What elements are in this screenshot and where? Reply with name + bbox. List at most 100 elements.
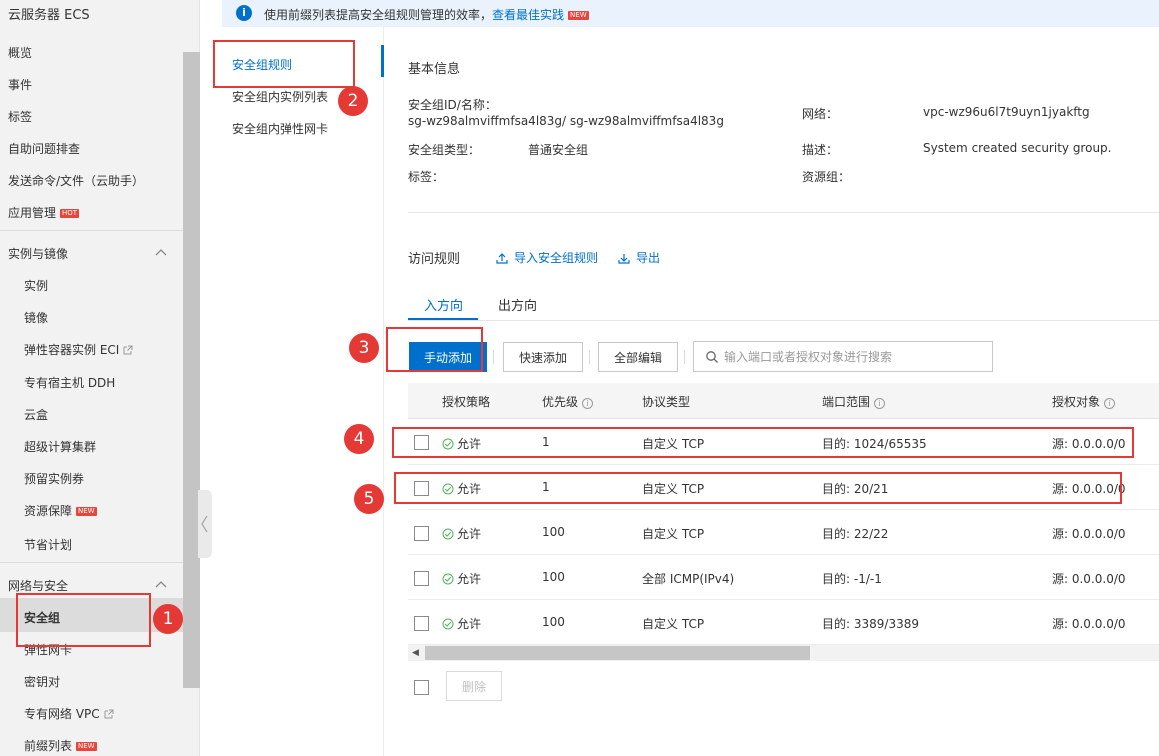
search-icon xyxy=(706,351,718,363)
select-all-checkbox[interactable] xyxy=(414,680,429,695)
new-badge: NEW xyxy=(76,742,97,751)
sidebar-item-instances[interactable]: 实例 xyxy=(24,277,48,294)
cell-port: 目的: -1/-1 xyxy=(822,572,882,586)
col-port-label: 端口范围 xyxy=(822,395,871,409)
annotation-marker-5: 5 xyxy=(354,484,384,514)
sidebar-item-keypair[interactable]: 密钥对 xyxy=(24,673,60,690)
table-row: 允许 100 自定义 TCP 目的: 22/22 源: 0.0.0.0/0 xyxy=(408,510,1159,555)
chevron-left-icon xyxy=(201,515,208,533)
chevron-up-icon[interactable] xyxy=(154,578,168,592)
search-box[interactable] xyxy=(693,341,993,372)
sidebar-item-reserved[interactable]: 预留实例券 xyxy=(24,470,84,487)
check-circle-icon xyxy=(442,573,454,585)
subnav-item-instances[interactable]: 安全组内实例列表 xyxy=(232,88,328,105)
sg-type-label: 安全组类型： xyxy=(408,143,481,157)
network-value[interactable]: vpc-wz96u6l7t9uyn1jyakftg xyxy=(923,105,1090,119)
best-practice-link[interactable]: 查看最佳实践 xyxy=(492,8,564,22)
col-priority-label: 优先级 xyxy=(542,395,579,409)
sidebar-item-scc[interactable]: 超级计算集群 xyxy=(24,438,96,455)
check-circle-icon xyxy=(442,618,454,630)
sidebar-divider xyxy=(0,562,183,563)
policy-text: 允许 xyxy=(457,527,482,541)
info-icon: i xyxy=(236,5,252,21)
toolbar-separator xyxy=(589,350,590,364)
sidebar-title: 云服务器 ECS xyxy=(8,8,90,23)
chevron-up-icon[interactable] xyxy=(154,246,168,260)
sidebar-item-cloudbox[interactable]: 云盒 xyxy=(24,406,48,423)
external-link-icon xyxy=(104,709,114,719)
policy-text: 允许 xyxy=(457,617,482,631)
cell-source: 源: 0.0.0.0/0 xyxy=(1052,572,1126,586)
cell-protocol: 自定义 TCP xyxy=(642,527,705,541)
tab-outbound[interactable]: 出方向 xyxy=(498,295,537,314)
edit-all-button[interactable]: 全部编辑 xyxy=(598,342,678,372)
cell-policy: 允许 xyxy=(442,525,481,542)
sidebar-item-vpc[interactable]: 专有网络 VPC xyxy=(24,705,114,722)
cell-policy: 允许 xyxy=(442,615,481,632)
row-checkbox[interactable] xyxy=(414,571,429,586)
sidebar-item-tags[interactable]: 标签 xyxy=(8,108,32,125)
sidebar-item-prefix-list[interactable]: 前缀列表 NEW xyxy=(24,737,97,754)
annotation-marker-1: 1 xyxy=(153,604,183,634)
annotation-box-4 xyxy=(392,427,1134,458)
subnav-item-enis[interactable]: 安全组内弹性网卡 xyxy=(232,120,328,137)
cell-priority: 100 xyxy=(542,570,565,584)
tab-inbound[interactable]: 入方向 xyxy=(424,295,463,314)
col-protocol: 协议类型 xyxy=(642,395,691,409)
resource-group-label: 资源组： xyxy=(802,170,851,184)
sidebar-item-eci[interactable]: 弹性容器实例 ECI xyxy=(24,341,133,358)
col-source-label: 授权对象 xyxy=(1052,395,1101,409)
download-icon xyxy=(618,254,630,264)
annotation-box-1 xyxy=(16,593,151,647)
sidebar-item-savings-plan[interactable]: 节省计划 xyxy=(24,536,72,553)
table-horizontal-scrollbar[interactable]: ◀ xyxy=(408,645,1159,661)
desc-value: System created security group. xyxy=(923,141,1112,155)
info-icon[interactable]: i xyxy=(1104,398,1116,409)
sidebar-item-overview[interactable]: 概览 xyxy=(8,44,32,61)
import-rules-link[interactable]: 导入安全组规则 xyxy=(496,249,598,266)
sidebar-item-resource-guarantee[interactable]: 资源保障 NEW xyxy=(24,502,97,519)
basic-info-title: 基本信息 xyxy=(408,62,461,77)
network-label: 网络： xyxy=(802,107,839,121)
quick-add-button[interactable]: 快速添加 xyxy=(503,342,583,372)
sidebar-scrollbar[interactable] xyxy=(183,52,200,688)
info-icon[interactable]: i xyxy=(874,398,886,409)
cell-priority: 100 xyxy=(542,525,565,539)
annotation-box-5 xyxy=(394,472,1122,504)
sidebar-item-cloud-assistant[interactable]: 发送命令/文件（云助手） xyxy=(8,172,144,189)
scrollbar-thumb[interactable] xyxy=(425,646,810,660)
sidebar-item-label: 专有网络 VPC xyxy=(24,707,100,721)
search-input[interactable] xyxy=(724,348,984,366)
cell-port: 目的: 3389/3389 xyxy=(822,617,919,631)
import-rules-label: 导入安全组规则 xyxy=(514,251,599,265)
tag-label: 标签： xyxy=(408,170,445,184)
sidebar-item-events[interactable]: 事件 xyxy=(8,76,32,93)
info-icon[interactable]: i xyxy=(582,398,594,409)
cell-port: 目的: 22/22 xyxy=(822,527,889,541)
row-checkbox[interactable] xyxy=(414,616,429,631)
sidebar-item-ddh[interactable]: 专有宿主机 DDH xyxy=(24,374,115,391)
annotation-marker-4: 4 xyxy=(344,424,374,454)
subnav-active-indicator xyxy=(381,45,384,77)
export-label: 导出 xyxy=(636,251,661,265)
sidebar-item-images[interactable]: 镜像 xyxy=(24,309,48,326)
delete-button[interactable]: 删除 xyxy=(446,671,502,701)
rules-table-header: 授权策略 优先级 i 协议类型 端口范围 i 授权对象 i xyxy=(408,383,1159,419)
row-checkbox[interactable] xyxy=(414,526,429,541)
scroll-left-icon[interactable]: ◀ xyxy=(412,648,419,658)
check-circle-icon xyxy=(442,528,454,540)
new-badge: NEW xyxy=(568,11,589,20)
upload-icon xyxy=(496,253,508,264)
table-row: 允许 100 自定义 TCP 目的: 3389/3389 源: 0.0.0.0/… xyxy=(408,600,1159,645)
export-link[interactable]: 导出 xyxy=(618,249,660,266)
sidebar-group-network[interactable]: 网络与安全 xyxy=(8,577,68,594)
hot-badge: HOT xyxy=(60,209,80,218)
annotation-box-2 xyxy=(213,40,355,88)
banner-text: 使用前缀列表提高安全组规则管理的效率，查看最佳实践 NEW xyxy=(264,6,589,23)
desc-label: 描述： xyxy=(802,143,839,157)
sidebar-collapse-toggle[interactable] xyxy=(198,490,212,558)
sg-type-value: 普通安全组 xyxy=(528,143,589,157)
sidebar-group-instances[interactable]: 实例与镜像 xyxy=(8,245,68,262)
sidebar-item-troubleshoot[interactable]: 自助问题排查 xyxy=(8,140,80,157)
sidebar-item-app-management[interactable]: 应用管理 HOT xyxy=(8,204,80,221)
